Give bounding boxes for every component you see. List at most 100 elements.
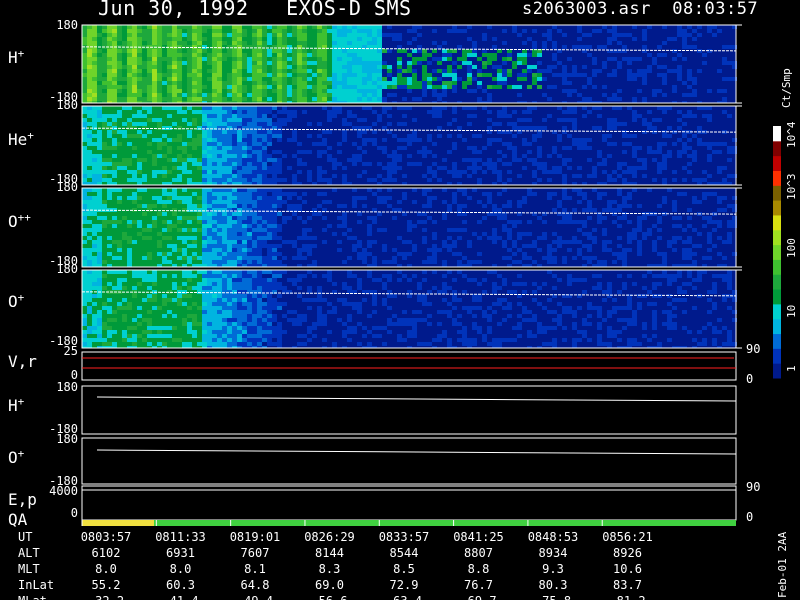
cell	[617, 122, 622, 126]
cell	[527, 256, 532, 260]
cell	[182, 25, 187, 29]
cell	[162, 106, 167, 110]
spectrogram-svg	[81, 24, 781, 526]
cell	[332, 89, 337, 93]
cell	[392, 178, 397, 182]
cell	[82, 260, 87, 264]
cell	[207, 166, 212, 170]
cell	[122, 41, 127, 45]
cell	[82, 322, 87, 326]
cell	[337, 162, 342, 166]
cell	[507, 228, 512, 232]
cell	[117, 118, 122, 122]
cell	[137, 306, 142, 310]
cell	[152, 314, 157, 318]
cell	[157, 53, 162, 57]
cell	[237, 25, 242, 29]
cell	[172, 130, 177, 134]
cell	[127, 37, 132, 41]
cell	[177, 29, 182, 33]
cell	[117, 232, 122, 236]
cell	[197, 322, 202, 326]
cell	[477, 236, 482, 240]
cell	[192, 248, 197, 252]
cell	[572, 126, 577, 130]
cell	[162, 150, 167, 154]
cell	[297, 49, 302, 53]
cell	[237, 130, 242, 134]
cell	[172, 334, 177, 338]
cell	[142, 166, 147, 170]
cell	[157, 37, 162, 41]
cell	[227, 57, 232, 61]
cell	[117, 212, 122, 216]
cell	[617, 162, 622, 166]
cell	[297, 216, 302, 220]
cell	[462, 81, 467, 85]
cell	[232, 192, 237, 196]
cell	[212, 73, 217, 77]
cell	[322, 200, 327, 204]
cell	[82, 65, 87, 69]
cell	[582, 73, 587, 77]
cell	[87, 162, 92, 166]
cell	[247, 142, 252, 146]
cell	[177, 41, 182, 45]
cell	[252, 142, 257, 146]
cell	[152, 188, 157, 192]
cell	[487, 53, 492, 57]
cell	[82, 25, 87, 29]
cell	[182, 150, 187, 154]
cell	[577, 93, 582, 97]
cell	[132, 65, 137, 69]
cell	[92, 306, 97, 310]
cell	[257, 69, 262, 73]
cell	[97, 158, 102, 162]
cell	[132, 69, 137, 73]
cell	[197, 256, 202, 260]
cell	[127, 236, 132, 240]
cell	[207, 178, 212, 182]
cell	[372, 142, 377, 146]
cell	[177, 236, 182, 240]
cell	[227, 196, 232, 200]
cell	[102, 29, 107, 33]
cell	[352, 65, 357, 69]
cell	[172, 260, 177, 264]
cell	[167, 240, 172, 244]
cell	[187, 330, 192, 334]
cell	[717, 29, 722, 33]
cell	[372, 178, 377, 182]
cell	[127, 69, 132, 73]
cell	[142, 61, 147, 65]
cell	[92, 81, 97, 85]
cell	[132, 130, 137, 134]
cell	[137, 298, 142, 302]
cell	[192, 318, 197, 322]
cell	[337, 85, 342, 89]
cell	[182, 314, 187, 318]
cell	[167, 252, 172, 256]
cell	[407, 138, 412, 142]
cell	[497, 81, 502, 85]
cell	[82, 85, 87, 89]
cell	[262, 57, 267, 61]
cell	[157, 118, 162, 122]
cell	[242, 220, 247, 224]
cell	[657, 236, 662, 240]
cell	[97, 110, 102, 114]
cell	[342, 166, 347, 170]
cell	[297, 170, 302, 174]
cell	[232, 178, 237, 182]
cell	[182, 73, 187, 77]
cell	[137, 29, 142, 33]
cell	[87, 260, 92, 264]
cell	[317, 142, 322, 146]
cell	[317, 61, 322, 65]
cell	[312, 97, 317, 101]
cell	[472, 150, 477, 154]
cell	[197, 236, 202, 240]
cell	[432, 114, 437, 118]
cell	[212, 248, 217, 252]
cell	[702, 196, 707, 200]
